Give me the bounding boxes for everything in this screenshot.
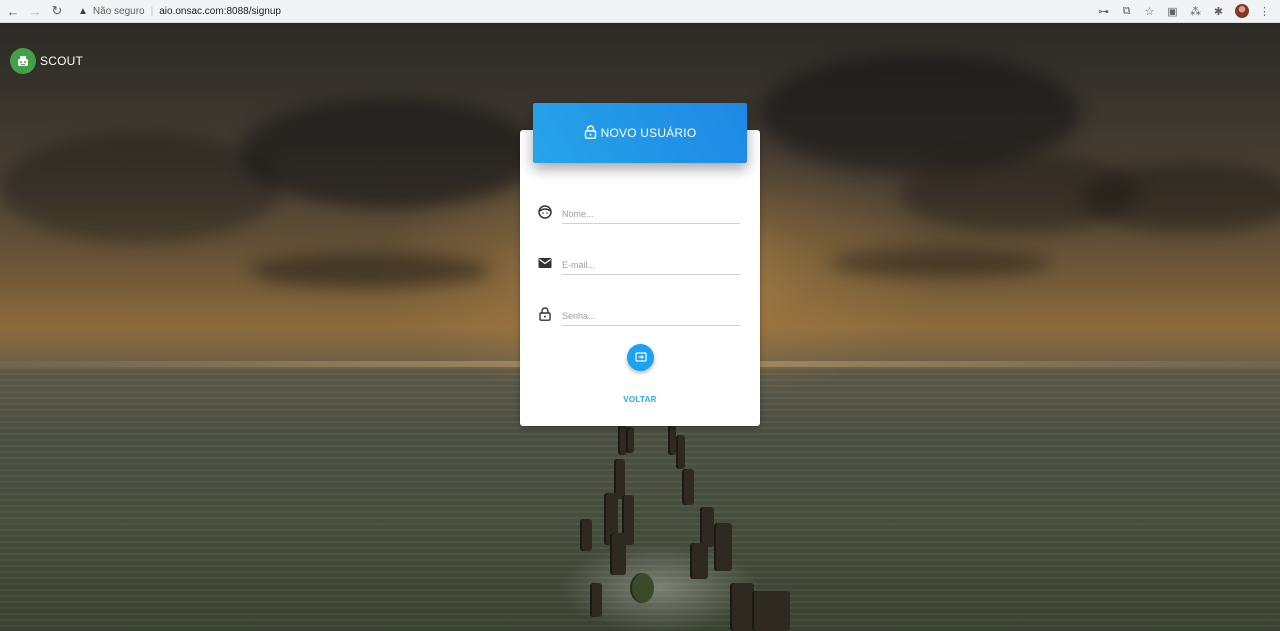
face-icon — [538, 205, 552, 219]
extension-icon[interactable]: ▣ — [1163, 2, 1182, 21]
address-bar[interactable]: ▲ Não seguro | aio.onsac.com:8088/signup — [72, 1, 287, 21]
app-logo[interactable]: SCOUT — [10, 48, 83, 74]
password-input[interactable] — [562, 306, 740, 326]
signup-card-header: NOVO USUÁRIO — [533, 103, 747, 163]
lock-icon — [538, 307, 552, 321]
email-field-group — [538, 254, 740, 278]
browser-toolbar: ← → ↻ ▲ Não seguro | aio.onsac.com:8088/… — [0, 0, 1280, 23]
back-link[interactable]: VOLTAR — [600, 395, 680, 404]
email-input[interactable] — [562, 255, 740, 275]
mail-icon — [538, 256, 552, 270]
enter-icon — [634, 350, 647, 365]
reload-icon[interactable]: ↻ — [46, 0, 68, 22]
key-icon[interactable]: ⊶ — [1094, 2, 1113, 21]
back-icon[interactable]: ← — [2, 0, 24, 22]
name-input[interactable] — [562, 204, 740, 224]
menu-icon[interactable]: ⋮ — [1255, 2, 1274, 21]
name-field-group — [538, 203, 740, 227]
address-separator: | — [150, 5, 154, 17]
robot-icon — [10, 48, 36, 74]
password-field-group — [538, 305, 740, 329]
submit-button[interactable] — [627, 344, 654, 371]
warning-icon: ▲ — [78, 5, 88, 17]
signup-title: NOVO USUÁRIO — [600, 126, 697, 140]
signup-card — [520, 130, 760, 426]
security-label: Não seguro — [92, 5, 145, 17]
translate-icon[interactable]: ⧉ — [1117, 2, 1136, 21]
qr-icon[interactable]: ⁂ — [1186, 2, 1205, 21]
puzzle-icon[interactable]: ✱ — [1209, 2, 1228, 21]
forward-icon[interactable]: → — [24, 0, 46, 22]
star-icon[interactable]: ☆ — [1140, 2, 1159, 21]
lock-icon — [584, 124, 597, 139]
profile-avatar[interactable] — [1232, 2, 1251, 21]
url-text: aio.onsac.com:8088/signup — [159, 5, 281, 17]
logo-text: SCOUT — [40, 54, 83, 68]
